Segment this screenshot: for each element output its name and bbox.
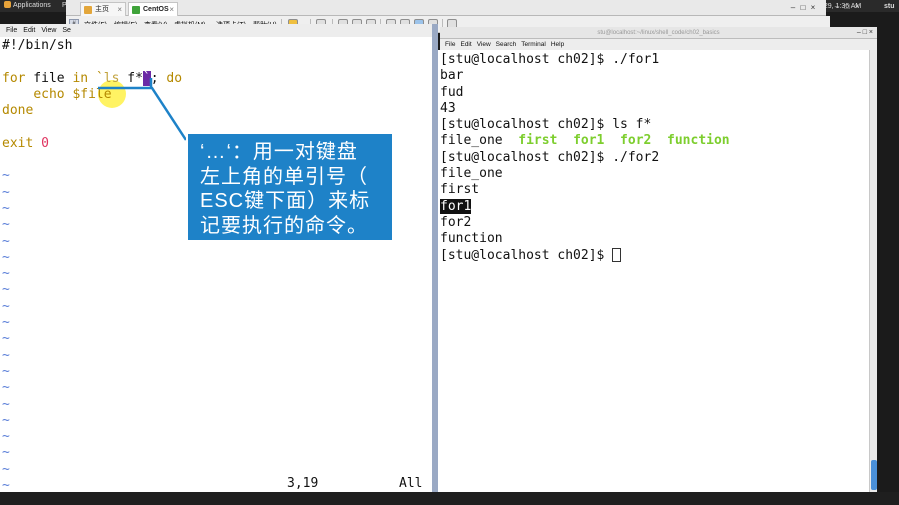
shell-prompt: [stu@localhost ch02]$ [440, 52, 613, 67]
terminal-title: stu@localhost:~/linux/shell_code/ch02_ba… [597, 30, 720, 36]
terminal-window-controls[interactable]: – □ × [857, 27, 873, 39]
bottom-panel [0, 492, 899, 505]
terminal-menubar: File Edit View Search Terminal Help [440, 39, 877, 50]
output-line: fud [440, 84, 464, 100]
output-line: first [440, 182, 480, 198]
command-text: ./for1 [612, 52, 660, 67]
output-line: function [440, 231, 503, 247]
annotation-line: ‘…‘：用一对键盘 [200, 141, 358, 163]
term-menu-terminal[interactable]: Terminal [521, 41, 546, 48]
output-line: 43 [440, 100, 456, 116]
terminal-scrollbar[interactable] [869, 50, 877, 492]
output-line: bar [440, 68, 464, 84]
terminal-output[interactable]: [stu@localhost ch02]$ ./for1 bar fud 43 … [438, 50, 869, 492]
terminal-cursor [612, 247, 622, 262]
term-menu-help[interactable]: Help [551, 41, 564, 48]
ls-entry-executable: first [518, 133, 558, 149]
command-text: ./for2 [612, 149, 660, 165]
term-menu-view[interactable]: View [477, 41, 491, 48]
shell-prompt: [stu@localhost ch02]$ [440, 149, 613, 165]
annotation-line: 记要执行的命令。 [200, 214, 368, 237]
term-menu-edit[interactable]: Edit [460, 41, 471, 48]
output-line: file_one [440, 166, 503, 182]
scrollbar-thumb[interactable] [871, 460, 877, 490]
term-menu-file[interactable]: File [445, 41, 455, 48]
command-text: ls f* [612, 117, 652, 133]
annotation-callout: ‘…‘：用一对键盘 左上角的单引号（ ESC键下面）来标 记要执行的命令。 [186, 132, 394, 242]
shell-prompt: [stu@localhost ch02]$ [440, 117, 613, 133]
shell-prompt: [stu@localhost ch02]$ [440, 247, 613, 263]
annotation-line: 左上角的单引号（ [200, 165, 368, 188]
ls-entry-executable: function [667, 133, 730, 149]
ls-entry-executable: for2 [620, 133, 652, 149]
ls-entry-executable: for1 [573, 133, 605, 149]
annotation-line: ESC键下面）来标 [200, 190, 371, 212]
ls-entry-file: file_one [440, 133, 503, 149]
terminal-titlebar[interactable]: stu@localhost:~/linux/shell_code/ch02_ba… [440, 27, 877, 39]
selected-text: for1 [440, 198, 472, 214]
output-line: for2 [440, 214, 472, 230]
term-menu-search[interactable]: Search [496, 41, 517, 48]
